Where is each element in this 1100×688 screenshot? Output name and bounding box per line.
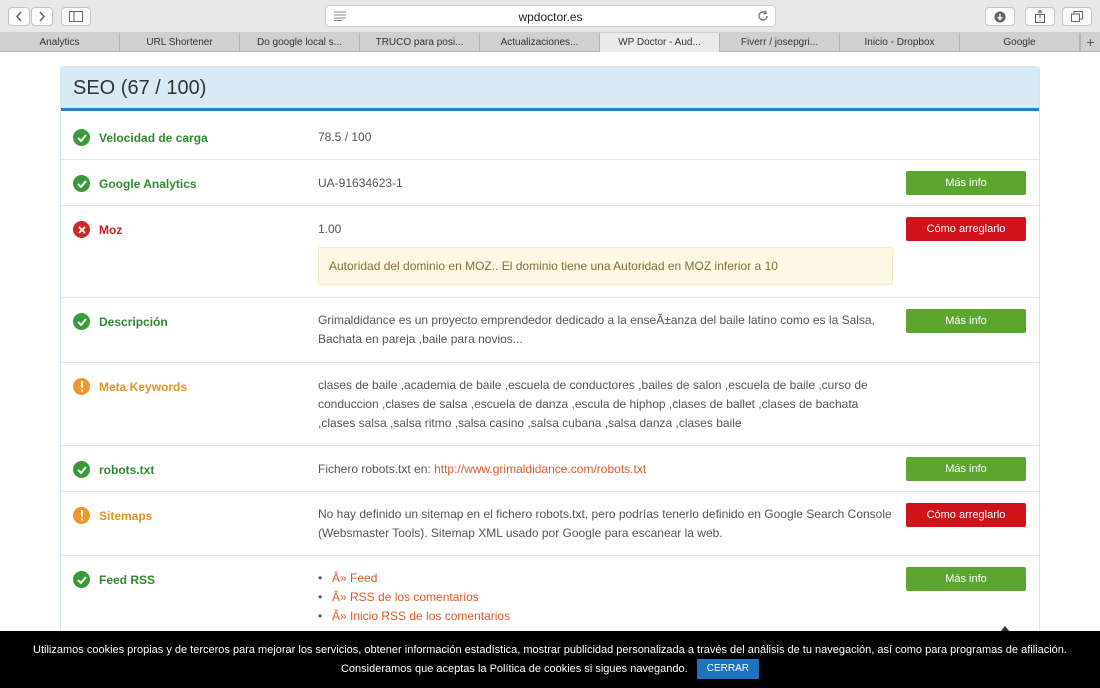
row-speed: Velocidad de carga 78.5 / 100 (61, 114, 1039, 160)
reload-icon[interactable] (757, 10, 769, 22)
cookie-text-line1: Utilizamos cookies propias y de terceros… (33, 644, 1067, 656)
check-icon (73, 129, 90, 146)
warning-icon (73, 378, 90, 395)
page-content: SEO (67 / 100) Velocidad de carga 78.5 /… (0, 53, 1100, 688)
browser-toolbar: wpdoctor.es (0, 0, 1100, 33)
row-label: Descripción (99, 315, 168, 329)
new-tab-button[interactable]: + (1080, 33, 1100, 52)
how-to-fix-button[interactable]: Cómo arreglarlo (906, 503, 1026, 527)
row-label: Velocidad de carga (99, 131, 208, 145)
sidebar-button[interactable] (61, 7, 91, 26)
tabs-icon (1071, 11, 1083, 22)
panel-header: SEO (67 / 100) (61, 67, 1039, 111)
row-label: robots.txt (99, 463, 155, 477)
row-moz: Moz 1.00 Cómo arreglarlo Autoridad del d… (61, 206, 1039, 298)
more-info-button[interactable]: Más info (906, 171, 1026, 195)
feed-list: Â» Feed Â» RSS de los comentarios Â» Ini… (318, 569, 898, 626)
moz-alert: Autoridad del dominio en MOZ.. El domini… (318, 247, 893, 285)
share-button[interactable] (1025, 7, 1055, 26)
share-icon (1035, 10, 1045, 23)
download-icon (994, 11, 1006, 22)
row-value: 1.00 (318, 222, 342, 236)
row-value: UA-91634623-1 (318, 176, 403, 190)
list-item: Â» Inicio RSS de los comentarios (318, 607, 898, 626)
cookie-text-line2-wrap: Consideramos que aceptas la Política de … (0, 659, 1100, 679)
address-bar[interactable]: wpdoctor.es (325, 5, 776, 27)
back-button[interactable] (8, 7, 30, 26)
tab-url-shortener[interactable]: URL Shortener (120, 33, 240, 52)
list-item: Â» Feed (318, 569, 898, 588)
row-value: No hay definido un sitemap en el fichero… (318, 507, 892, 540)
check-icon (73, 571, 90, 588)
sidebar-icon (69, 11, 83, 22)
tab-analytics[interactable]: Analytics (0, 33, 120, 52)
row-value: 78.5 / 100 (318, 130, 372, 144)
robots-link[interactable]: http://www.grimaldidance.com/robots.txt (434, 462, 646, 476)
cookie-text-line2: Consideramos que aceptas la Política de … (340, 662, 688, 675)
home-comments-rss-link[interactable]: Â» Inicio RSS de los comentarios (332, 609, 510, 623)
more-info-button[interactable]: Más info (906, 457, 1026, 481)
tab-bar: Analytics URL Shortener Do google local … (0, 33, 1100, 52)
tab-actualizaciones[interactable]: Actualizaciones... (480, 33, 600, 52)
list-item: Â» RSS de los comentarios (318, 588, 898, 607)
tab-wp-doctor[interactable]: WP Doctor - Aud... (600, 33, 720, 52)
how-to-fix-button[interactable]: Cómo arreglarlo (906, 217, 1026, 241)
tab-truco[interactable]: TRUCO para posi... (360, 33, 480, 52)
seo-panel: SEO (67 / 100) Velocidad de carga 78.5 /… (60, 66, 1040, 688)
row-google-analytics: Google Analytics UA-91634623-1 Más info (61, 160, 1039, 206)
forward-button[interactable] (31, 7, 53, 26)
row-label: Google Analytics (99, 177, 197, 191)
row-sitemaps: Sitemaps No hay definido un sitemap en e… (61, 492, 1039, 556)
chevron-right-icon (39, 11, 46, 22)
warning-icon (73, 507, 90, 524)
tab-google[interactable]: Google (960, 33, 1080, 52)
downloads-button[interactable] (985, 7, 1015, 26)
row-value: clases de baile ,academia de baile ,escu… (318, 378, 868, 430)
more-info-button[interactable]: Más info (906, 567, 1026, 591)
error-icon (73, 221, 90, 238)
check-icon (73, 461, 90, 478)
row-label: Meta Keywords (99, 380, 188, 394)
tabs-overview-button[interactable] (1062, 7, 1092, 26)
row-label: Feed RSS (99, 573, 156, 587)
check-icon (73, 313, 90, 330)
row-value: Grimaldidance es un proyecto emprendedor… (318, 313, 875, 346)
cookie-banner: Utilizamos cookies propias y de terceros… (0, 631, 1100, 688)
feed-link[interactable]: Â» Feed (332, 571, 377, 585)
check-icon (73, 175, 90, 192)
row-meta-keywords: Meta Keywords clases de baile ,academia … (61, 363, 1039, 446)
row-robots: robots.txt Fichero robots.txt en: http:/… (61, 446, 1039, 492)
comments-rss-link[interactable]: Â» RSS de los comentarios (332, 590, 479, 604)
row-description: Descripción Grimaldidance es un proyecto… (61, 298, 1039, 363)
tab-google-local[interactable]: Do google local s... (240, 33, 360, 52)
row-value: Fichero robots.txt en: http://www.grimal… (318, 460, 898, 479)
panel-title: SEO (67 / 100) (73, 77, 207, 99)
more-info-button[interactable]: Más info (906, 309, 1026, 333)
close-cookie-button[interactable]: CERRAR (696, 659, 759, 679)
row-label: Moz (99, 223, 123, 237)
url-text: wpdoctor.es (518, 10, 583, 24)
chevron-left-icon (15, 11, 22, 22)
row-label: Sitemaps (99, 509, 153, 523)
tab-dropbox[interactable]: Inicio - Dropbox (840, 33, 960, 52)
robots-prefix: Fichero robots.txt en: (318, 462, 431, 476)
tab-fiverr[interactable]: Fiverr / josepgri... (720, 33, 840, 52)
